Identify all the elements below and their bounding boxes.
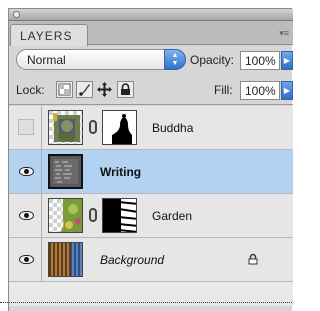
blend-opacity-row: Normal ▲ ▼ Opacity: 100% ▶ [9, 45, 293, 75]
tab-row: LAYERS ▾≡ [9, 21, 293, 46]
opacity-field[interactable]: 100% [240, 51, 280, 70]
link-chain-icon[interactable] [89, 208, 97, 222]
layer-thumbnail[interactable] [48, 154, 83, 189]
layer-row-writing[interactable]: Writing [9, 150, 293, 194]
lock-transparent-icon[interactable] [56, 81, 73, 98]
opacity-arrow-icon[interactable]: ▶ [281, 51, 293, 70]
fill-arrow-icon[interactable]: ▶ [281, 81, 293, 100]
panel-menu-icon[interactable]: ▾≡ [279, 28, 289, 39]
lock-all-icon[interactable] [117, 81, 134, 98]
eye-icon [19, 211, 34, 220]
layer-row-buddha[interactable]: Buddha [9, 106, 293, 150]
visibility-off-box [18, 119, 34, 135]
link-chain-icon[interactable] [89, 120, 97, 134]
layer-thumbnail[interactable] [48, 198, 83, 233]
dotted-divider [0, 302, 292, 303]
layer-thumbnail[interactable] [48, 110, 83, 145]
layer-thumbnail[interactable] [48, 242, 83, 277]
panel-titlebar[interactable] [9, 9, 293, 21]
eye-icon [19, 255, 34, 264]
opacity-label: Opacity: [190, 53, 235, 67]
visibility-toggle[interactable] [9, 238, 42, 281]
layers-list: Buddha Writing Garden Background [9, 106, 293, 306]
layer-mask-thumbnail[interactable] [102, 198, 137, 233]
layers-panel: LAYERS ▾≡ Normal ▲ ▼ Opacity: 100% ▶ Lock… [8, 8, 293, 311]
lock-fill-row: Lock: Fill: 100% ▶ [9, 75, 293, 105]
tab-layers[interactable]: LAYERS [10, 24, 88, 46]
visibility-toggle[interactable] [9, 106, 42, 149]
visibility-toggle[interactable] [9, 150, 42, 193]
layer-name: Writing [100, 165, 142, 179]
lock-brush-icon[interactable] [76, 81, 93, 98]
layer-name: Garden [152, 209, 193, 223]
blend-mode-select[interactable]: Normal ▲ ▼ [16, 49, 186, 70]
layer-name: Buddha [152, 121, 194, 135]
layer-row-garden[interactable]: Garden [9, 194, 293, 238]
fill-field[interactable]: 100% [240, 81, 280, 100]
eye-icon [19, 167, 34, 176]
lock-position-icon[interactable] [96, 81, 113, 98]
layer-name: Background [100, 253, 165, 267]
visibility-toggle[interactable] [9, 194, 42, 237]
fill-label: Fill: [214, 83, 233, 97]
layer-mask-thumbnail[interactable] [102, 110, 137, 145]
close-icon[interactable] [13, 11, 20, 18]
blend-mode-value: Normal [27, 53, 66, 67]
updown-arrows-icon[interactable]: ▲ ▼ [164, 49, 186, 70]
lock-label: Lock: [16, 83, 45, 97]
layer-row-background[interactable]: Background [9, 238, 293, 282]
lock-icon [247, 253, 259, 265]
